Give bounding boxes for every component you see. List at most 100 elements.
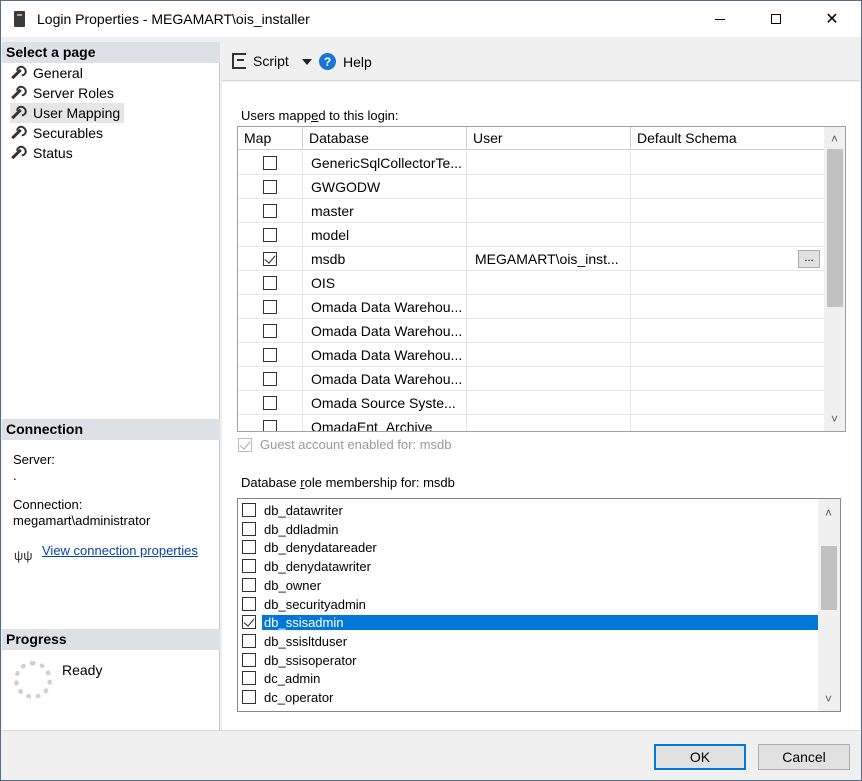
table-row[interactable]: OIS: [238, 271, 825, 295]
scroll-up-icon[interactable]: ˄: [818, 503, 839, 523]
user-cell[interactable]: [467, 223, 631, 247]
guest-account-checkbox[interactable]: [238, 438, 252, 452]
role-checkbox[interactable]: [242, 652, 256, 667]
role-checkbox[interactable]: [242, 615, 256, 630]
map-checkbox[interactable]: [263, 396, 277, 410]
list-item[interactable]: db_datawriter: [238, 501, 818, 520]
left-pane: Select a page General Server Roles User …: [2, 42, 220, 730]
list-item[interactable]: db_ssisltduser: [238, 632, 818, 651]
user-cell[interactable]: [467, 319, 631, 343]
role-checkbox[interactable]: [242, 633, 256, 648]
list-item[interactable]: dc_operator: [238, 688, 818, 707]
default-schema-cell[interactable]: [631, 343, 825, 367]
role-checkbox[interactable]: [242, 577, 256, 592]
cancel-button[interactable]: Cancel: [758, 744, 850, 770]
table-row[interactable]: Omada Source Syste...: [238, 391, 825, 415]
default-schema-cell[interactable]: [631, 247, 825, 271]
default-schema-cell[interactable]: [631, 199, 825, 223]
role-checkbox[interactable]: [242, 690, 256, 704]
list-item[interactable]: dc_admin: [238, 669, 818, 688]
scroll-thumb[interactable]: [827, 149, 843, 307]
user-cell[interactable]: [467, 175, 631, 199]
map-checkbox[interactable]: [263, 348, 277, 362]
nav-item-general[interactable]: General: [10, 63, 87, 83]
role-checkbox[interactable]: [242, 596, 256, 611]
map-checkbox[interactable]: [263, 372, 277, 386]
user-cell[interactable]: [467, 295, 631, 319]
list-item[interactable]: db_ssisoperator: [238, 651, 818, 670]
user-cell[interactable]: [467, 151, 631, 175]
close-button[interactable]: ✕: [809, 1, 855, 37]
default-schema-cell[interactable]: [631, 271, 825, 295]
table-row[interactable]: GenericSqlCollectorTe...: [238, 151, 825, 175]
default-schema-cell[interactable]: [631, 175, 825, 199]
default-schema-cell[interactable]: [631, 151, 825, 175]
table-row[interactable]: Omada Data Warehou...: [238, 295, 825, 319]
minimize-button[interactable]: [697, 1, 743, 37]
table-row[interactable]: OmadaEnt_Archive: [238, 415, 825, 431]
table-row[interactable]: model: [238, 223, 825, 247]
table-row[interactable]: GWGODW: [238, 175, 825, 199]
role-checkbox[interactable]: [242, 521, 256, 536]
table-row[interactable]: master: [238, 199, 825, 223]
column-header-database[interactable]: Database: [303, 127, 467, 150]
table-row[interactable]: Omada Data Warehou...: [238, 343, 825, 367]
default-schema-cell[interactable]: [631, 223, 825, 247]
list-item[interactable]: db_ddladmin: [238, 520, 818, 539]
list-item[interactable]: db_securityadmin: [238, 595, 818, 614]
default-schema-cell[interactable]: [631, 295, 825, 319]
list-item[interactable]: db_owner: [238, 576, 818, 595]
role-checkbox[interactable]: [242, 559, 256, 574]
user-cell[interactable]: [467, 391, 631, 415]
user-cell[interactable]: [467, 367, 631, 391]
roles-scrollbar[interactable]: ˄ ˅: [818, 499, 840, 711]
view-connection-properties-link[interactable]: View connection properties: [42, 543, 198, 558]
nav-item-server-roles[interactable]: Server Roles: [10, 83, 118, 103]
help-button[interactable]: ? Help: [319, 53, 372, 70]
nav-item-status[interactable]: Status: [10, 143, 77, 163]
plug-icon: ψψ: [14, 548, 33, 563]
default-schema-cell[interactable]: [631, 319, 825, 343]
scroll-up-icon[interactable]: ˄: [824, 129, 845, 149]
user-cell[interactable]: [467, 271, 631, 295]
user-cell[interactable]: MEGAMART\ois_inst...: [467, 247, 631, 271]
ok-button[interactable]: OK: [654, 744, 746, 770]
map-checkbox[interactable]: [263, 252, 277, 266]
nav-item-user-mapping[interactable]: User Mapping: [10, 103, 125, 123]
nav-item-securables[interactable]: Securables: [10, 123, 107, 143]
table-row[interactable]: Omada Data Warehou...: [238, 367, 825, 391]
list-item[interactable]: db_denydatareader: [238, 538, 818, 557]
default-schema-cell[interactable]: [631, 391, 825, 415]
map-checkbox[interactable]: [263, 300, 277, 314]
list-item[interactable]: db_ssisadmin: [238, 613, 818, 632]
map-checkbox[interactable]: [263, 324, 277, 338]
user-cell[interactable]: [467, 415, 631, 431]
user-cell[interactable]: [467, 343, 631, 367]
map-checkbox[interactable]: [263, 180, 277, 194]
map-checkbox[interactable]: [263, 156, 277, 170]
list-item[interactable]: db_denydatawriter: [238, 557, 818, 576]
scroll-down-icon[interactable]: ˅: [818, 689, 839, 709]
maximize-button[interactable]: [753, 1, 799, 37]
map-checkbox[interactable]: [263, 228, 277, 242]
role-checkbox[interactable]: [242, 540, 256, 555]
browse-schema-button[interactable]: ...: [798, 250, 820, 268]
default-schema-cell[interactable]: [631, 367, 825, 391]
scroll-down-icon[interactable]: ˅: [824, 409, 845, 429]
column-header-map[interactable]: Map: [238, 127, 303, 150]
table-row[interactable]: msdb MEGAMART\ois_inst......: [238, 247, 825, 271]
column-header-user[interactable]: User: [467, 127, 631, 150]
scroll-thumb[interactable]: [821, 546, 837, 610]
map-checkbox[interactable]: [263, 420, 277, 431]
script-button[interactable]: Script: [232, 53, 289, 69]
grid-scrollbar[interactable]: ˄ ˅: [824, 127, 845, 431]
map-checkbox[interactable]: [263, 276, 277, 290]
table-row[interactable]: Omada Data Warehou...: [238, 319, 825, 343]
map-checkbox[interactable]: [263, 204, 277, 218]
role-checkbox[interactable]: [242, 503, 256, 517]
user-cell[interactable]: [467, 199, 631, 223]
script-dropdown-button[interactable]: [298, 59, 312, 65]
column-header-default-schema[interactable]: Default Schema: [631, 127, 825, 150]
role-checkbox[interactable]: [242, 671, 256, 686]
default-schema-cell[interactable]: [631, 415, 825, 431]
